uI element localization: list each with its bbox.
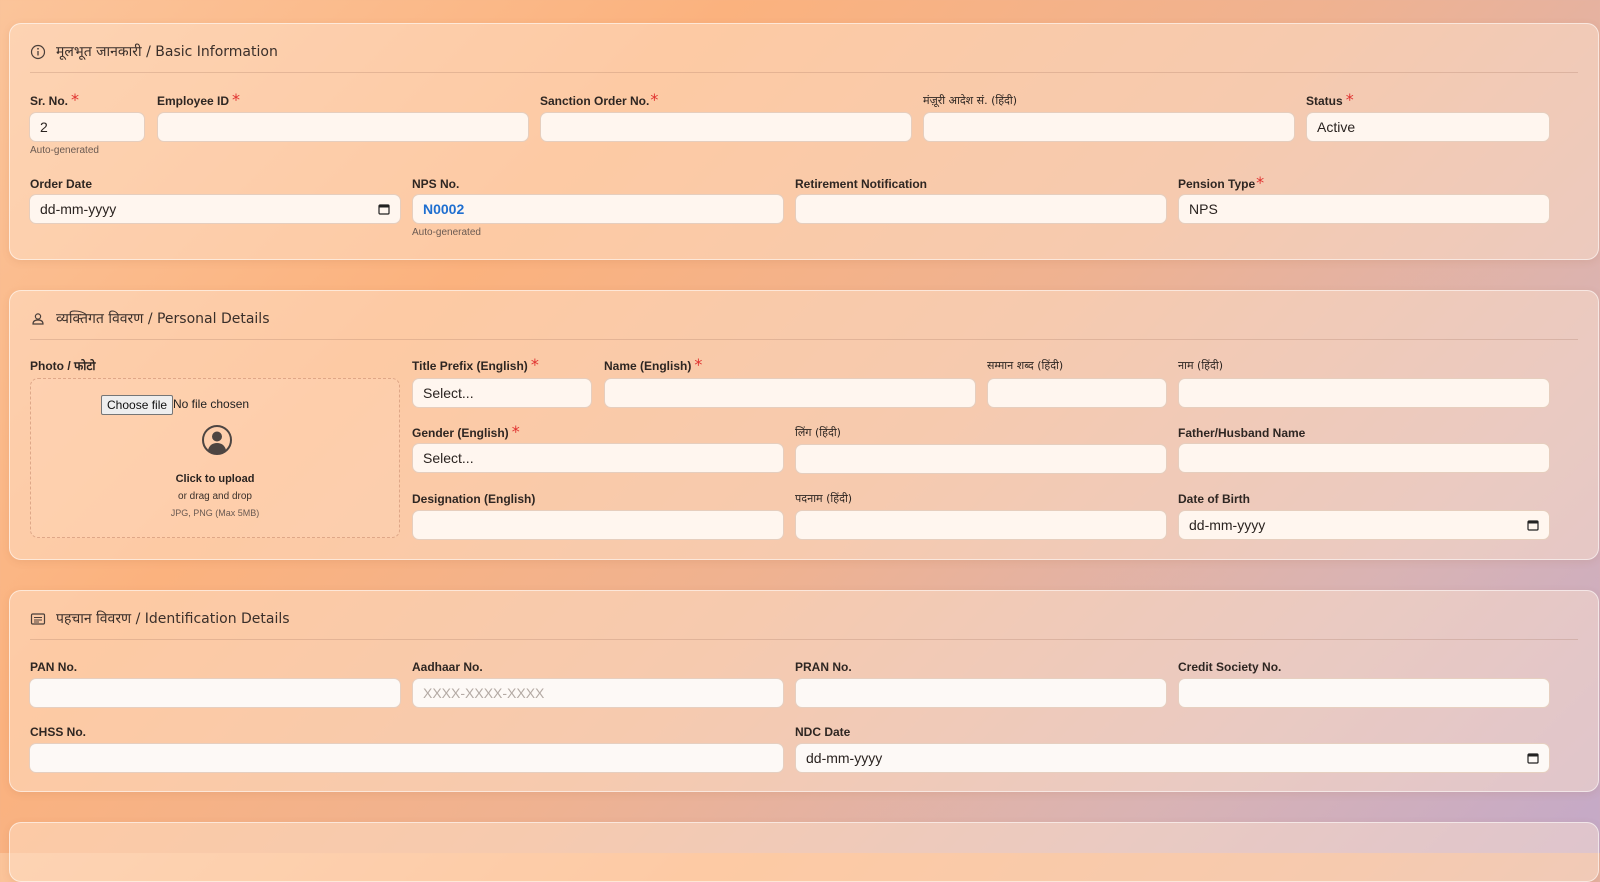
upload-text: Click to upload [175,473,255,485]
pran-input[interactable] [795,678,1167,708]
nps-no-hint: Auto-generated [412,227,481,238]
gender-select[interactable]: Select... [412,443,784,473]
title-prefix-label: Title Prefix (English) * [412,355,539,374]
identification-card: पहचान विवरण / Identification Details PAN… [9,590,1599,792]
chss-label: CHSS No. [30,725,87,739]
pan-label: PAN No. [30,660,78,674]
sanction-order-label: Sanction Order No.* [540,90,659,109]
father-name-input[interactable] [1178,443,1550,473]
nps-no-label: NPS No. [412,177,460,191]
employee-id-input[interactable] [157,112,529,142]
pran-label: PRAN No. [795,660,852,674]
personal-details-title: व्यक्तिगत विवरण / Personal Details [56,311,270,327]
info-icon [30,44,46,60]
calendar-icon[interactable] [378,203,390,215]
pension-type-label: Pension Type* [1178,173,1265,192]
designation-hi-input[interactable] [795,510,1167,540]
identification-header: पहचान विवरण / Identification Details [30,609,1578,640]
next-section-card [9,822,1599,882]
pan-input[interactable] [29,678,401,708]
basic-info-header: मूलभूत जानकारी / Basic Information [30,42,1578,73]
dob-input[interactable]: dd-mm-yyyy [1178,510,1550,540]
gender-label: Gender (English) * [412,422,520,441]
status-select[interactable]: Active [1306,112,1550,142]
dob-label: Date of Birth [1178,492,1250,506]
photo-upload-dropzone[interactable]: Choose file No file chosen Click to uplo… [30,378,400,538]
aadhaar-label: Aadhaar No. [412,660,483,674]
personal-details-card: व्यक्तिगत विवरण / Personal Details Photo… [9,290,1599,560]
father-name-label: Father/Husband Name [1178,426,1306,440]
user-icon [32,313,44,325]
required-mark: * [511,422,520,441]
aadhaar-input[interactable]: XXXX-XXXX-XXXX [412,678,784,708]
calendar-icon[interactable] [1527,519,1539,531]
name-en-label: Name (English) * [604,355,703,374]
basic-info-title: मूलभूत जानकारी / Basic Information [56,44,278,60]
id-card-icon [30,613,46,625]
gender-hi-input[interactable] [795,444,1167,474]
sanction-order-input[interactable] [540,112,912,142]
credit-society-label: Credit Society No. [1178,660,1282,674]
status-label: Status * [1306,90,1354,109]
credit-society-input[interactable] [1178,678,1550,708]
required-mark: * [1256,173,1265,192]
order-date-label: Order Date [30,177,93,191]
required-mark: * [71,90,80,109]
nps-no-input[interactable]: N0002 [412,194,784,224]
designation-label: Designation (English) [412,492,536,506]
calendar-icon[interactable] [1527,752,1539,764]
honorific-hi-input[interactable] [987,378,1167,408]
name-hi-input[interactable] [1178,378,1550,408]
personal-details-header: व्यक्तिगत विवरण / Personal Details [30,309,1578,340]
retirement-label: Retirement Notification [795,177,928,191]
required-mark: * [530,355,539,374]
upload-subtext: or drag and drop [178,491,252,502]
gender-hi-label: लिंग (हिंदी) [795,426,841,439]
sr-no-label: Sr. No. * [30,90,80,109]
title-prefix-select[interactable]: Select... [412,378,592,408]
retirement-input[interactable] [795,194,1167,224]
file-status: No file chosen [173,397,250,411]
sr-no-input[interactable]: 2 [29,112,145,142]
chss-input[interactable] [29,743,784,773]
order-date-input[interactable]: dd-mm-yyyy [29,194,401,224]
sr-no-hint: Auto-generated [30,145,99,156]
pension-type-select[interactable]: NPS [1178,194,1550,224]
choose-file-button[interactable]: Choose file [101,395,174,415]
employee-id-label: Employee ID * [157,90,241,109]
user-circle-icon [202,425,232,455]
ndc-date-label: NDC Date [795,725,851,739]
identification-title: पहचान विवरण / Identification Details [56,611,290,627]
required-mark: * [1345,90,1354,109]
required-mark: * [694,355,703,374]
designation-input[interactable] [412,510,784,540]
ndc-date-input[interactable]: dd-mm-yyyy [795,743,1550,773]
photo-label: Photo / फोटो [30,359,96,373]
upload-formats: JPG, PNG (Max 5MB) [170,508,260,518]
basic-info-card: मूलभूत जानकारी / Basic Information Sr. N… [9,23,1599,260]
sanction-order-hi-label: मंज़ूरी आदेश सं. (हिंदी) [923,94,1018,107]
required-mark: * [232,90,241,109]
sanction-order-hi-input[interactable] [923,112,1295,142]
honorific-hi-label: सम्मान शब्द (हिंदी) [987,359,1064,372]
designation-hi-label: पदनाम (हिंदी) [795,492,853,505]
required-mark: * [650,90,659,109]
name-en-input[interactable] [604,378,976,408]
name-hi-label: नाम (हिंदी) [1178,359,1223,372]
